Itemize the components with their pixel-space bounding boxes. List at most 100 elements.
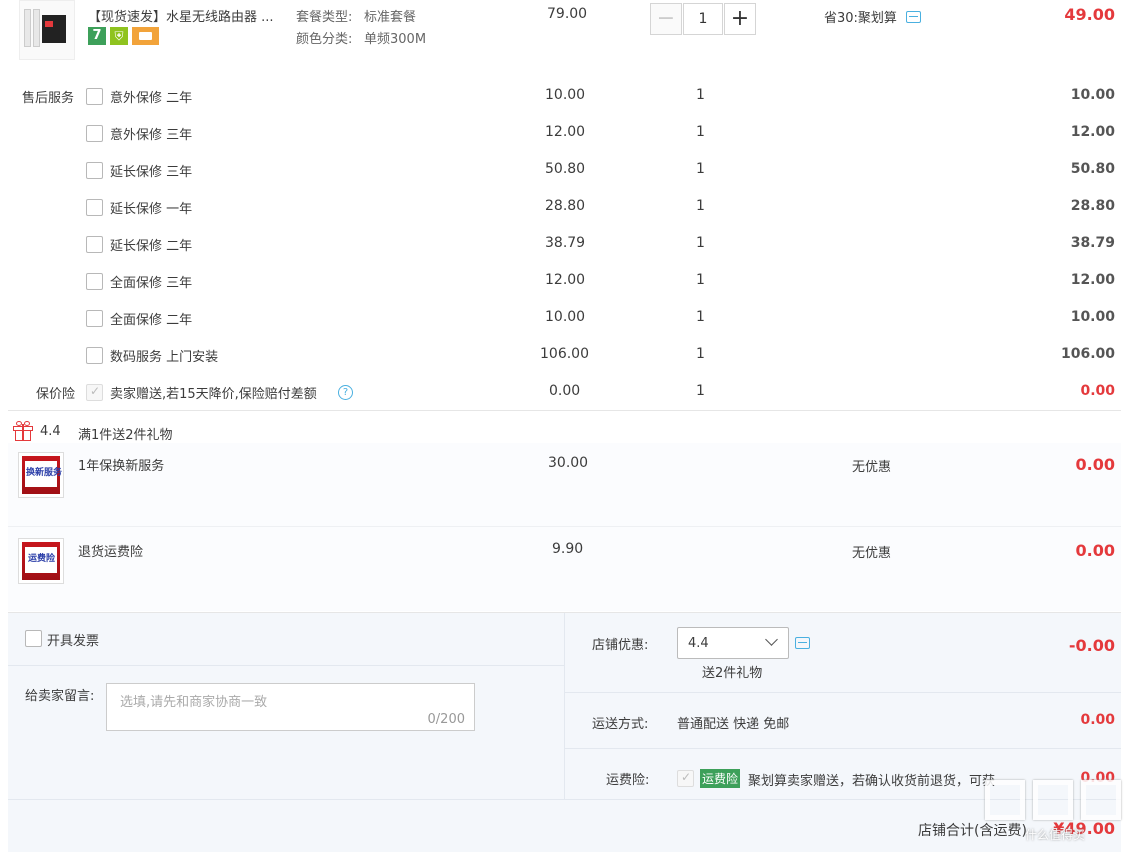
- panel-left-divider: [8, 665, 564, 666]
- service-name: 意外保修 二年: [110, 91, 193, 106]
- service-price: 12.00: [545, 124, 586, 140]
- service-name: 全面保修 三年: [110, 276, 193, 291]
- shop-discount-amount: -0.00: [1068, 636, 1115, 655]
- service-qty: 1: [696, 235, 705, 251]
- quantity-input[interactable]: [683, 3, 723, 35]
- gift-total: 0.00: [1075, 455, 1115, 474]
- service-total: 28.80: [1070, 198, 1115, 214]
- service-name: 数码服务 上门安装: [110, 350, 219, 365]
- shop-discount-sub: 送2件礼物: [702, 666, 763, 681]
- note-textarea[interactable]: 选填,请先和商家协商一致 0/200: [106, 683, 475, 731]
- badge-card-icon: [132, 27, 159, 45]
- quantity-increase-button[interactable]: +: [724, 3, 756, 35]
- service-checkbox[interactable]: [86, 125, 103, 142]
- gift-promo-text: 满1件送2件礼物: [78, 428, 173, 443]
- service-qty: 1: [696, 346, 705, 362]
- service-checkbox[interactable]: [86, 273, 103, 290]
- service-checkbox[interactable]: [86, 199, 103, 216]
- panel-right-divider: [565, 692, 1121, 693]
- shop-discount-info-icon[interactable]: [795, 637, 810, 649]
- product-thumbnail[interactable]: [19, 0, 75, 60]
- badge-7-icon: 7: [88, 27, 106, 45]
- service-checkbox[interactable]: [86, 88, 103, 105]
- gift-name[interactable]: 1年保换新服务: [78, 455, 164, 474]
- shipping-amount: 0.00: [1080, 712, 1115, 728]
- price-protect-qty: 1: [696, 383, 705, 399]
- shipping-label: 运送方式:: [592, 717, 649, 732]
- invoice-checkbox[interactable]: [25, 630, 42, 647]
- service-total: 12.00: [1070, 272, 1115, 288]
- note-counter: 0/200: [427, 712, 465, 727]
- spec-value-color: 单频300M: [364, 32, 427, 47]
- gift-price: 30.00: [548, 455, 589, 471]
- freight-insurance-checkbox: [677, 770, 694, 787]
- service-qty: 1: [696, 124, 705, 140]
- service-price: 50.80: [545, 161, 586, 177]
- service-price: 28.80: [545, 198, 586, 214]
- panel-bottom-divider: [8, 799, 1121, 800]
- service-qty: 1: [696, 198, 705, 214]
- invoice-label[interactable]: 开具发票: [47, 630, 99, 649]
- service-qty: 1: [696, 161, 705, 177]
- shop-discount-value: 4.4: [688, 636, 709, 651]
- service-price: 10.00: [545, 87, 586, 103]
- price-protect-label: 保价险: [36, 387, 76, 402]
- gift-thumb-text: 运费险: [28, 554, 56, 564]
- service-total: 10.00: [1070, 309, 1115, 325]
- gift-thumbnail[interactable]: 换新服务: [18, 452, 64, 498]
- gift-thumbnail[interactable]: 运费险: [18, 538, 64, 584]
- services-section-label: 售后服务: [22, 91, 75, 106]
- service-total: 12.00: [1070, 124, 1115, 140]
- product-title-link[interactable]: 【现货速发】水星无线路由器 ...: [88, 6, 274, 25]
- service-qty: 1: [696, 272, 705, 288]
- shop-discount-label: 店铺优惠:: [592, 638, 649, 653]
- service-price: 38.79: [545, 235, 586, 251]
- discount-info-icon[interactable]: [906, 11, 921, 23]
- service-checkbox[interactable]: [86, 236, 103, 253]
- gift-discount: 无优惠: [852, 546, 892, 561]
- gift-total: 0.00: [1075, 541, 1115, 560]
- note-placeholder: 选填,请先和商家协商一致: [120, 695, 268, 710]
- service-name: 意外保修 三年: [110, 128, 193, 143]
- price-protect-checkbox: [86, 384, 103, 401]
- service-total: 38.79: [1070, 235, 1115, 251]
- service-name: 全面保修 二年: [110, 313, 193, 328]
- question-icon[interactable]: ?: [338, 385, 353, 400]
- shipping-value: 普通配送 快递 免邮: [677, 717, 790, 732]
- product-discount-text: 省30:聚划算: [824, 11, 897, 26]
- gift-price: 9.90: [552, 541, 584, 557]
- panel-vertical-divider: [564, 613, 565, 799]
- spec-label-package: 套餐类型:: [296, 10, 353, 25]
- service-checkbox[interactable]: [86, 310, 103, 327]
- service-total: 50.80: [1070, 161, 1115, 177]
- spec-value-package: 标准套餐: [364, 10, 417, 25]
- service-checkbox[interactable]: [86, 162, 103, 179]
- gift-thumb-text: 换新服务: [26, 468, 63, 478]
- service-price: 106.00: [540, 346, 589, 362]
- service-price: 12.00: [545, 272, 586, 288]
- quantity-decrease-button[interactable]: −: [650, 3, 682, 35]
- watermark-text: 什么值得买: [1025, 828, 1086, 842]
- service-qty: 1: [696, 87, 705, 103]
- service-price: 10.00: [545, 309, 586, 325]
- gift-promo-code: 4.4: [40, 424, 61, 439]
- service-name: 延长保修 三年: [110, 165, 193, 180]
- service-total: 106.00: [1060, 346, 1115, 362]
- gift-name[interactable]: 退货运费险: [78, 541, 143, 560]
- shop-discount-select[interactable]: 4.4: [677, 627, 789, 659]
- product-unit-price: 79.00: [547, 6, 588, 22]
- price-protect-price: 0.00: [549, 383, 581, 399]
- freight-insurance-label: 运费险:: [606, 773, 650, 788]
- divider: [8, 526, 1121, 527]
- price-protect-name: 卖家赠送,若15天降价,保险赔付差额: [110, 387, 317, 402]
- badge-shield-icon: ⛨: [110, 27, 128, 45]
- service-checkbox[interactable]: [86, 347, 103, 364]
- divider: [8, 410, 1121, 411]
- spec-label-color: 颜色分类:: [296, 32, 353, 47]
- service-name: 延长保修 二年: [110, 239, 193, 254]
- gift-icon: [13, 421, 33, 441]
- service-total: 10.00: [1070, 87, 1115, 103]
- freight-insurance-tag: 运费险: [700, 769, 741, 788]
- panel-right-divider: [565, 748, 1121, 749]
- chevron-down-icon: [765, 633, 778, 646]
